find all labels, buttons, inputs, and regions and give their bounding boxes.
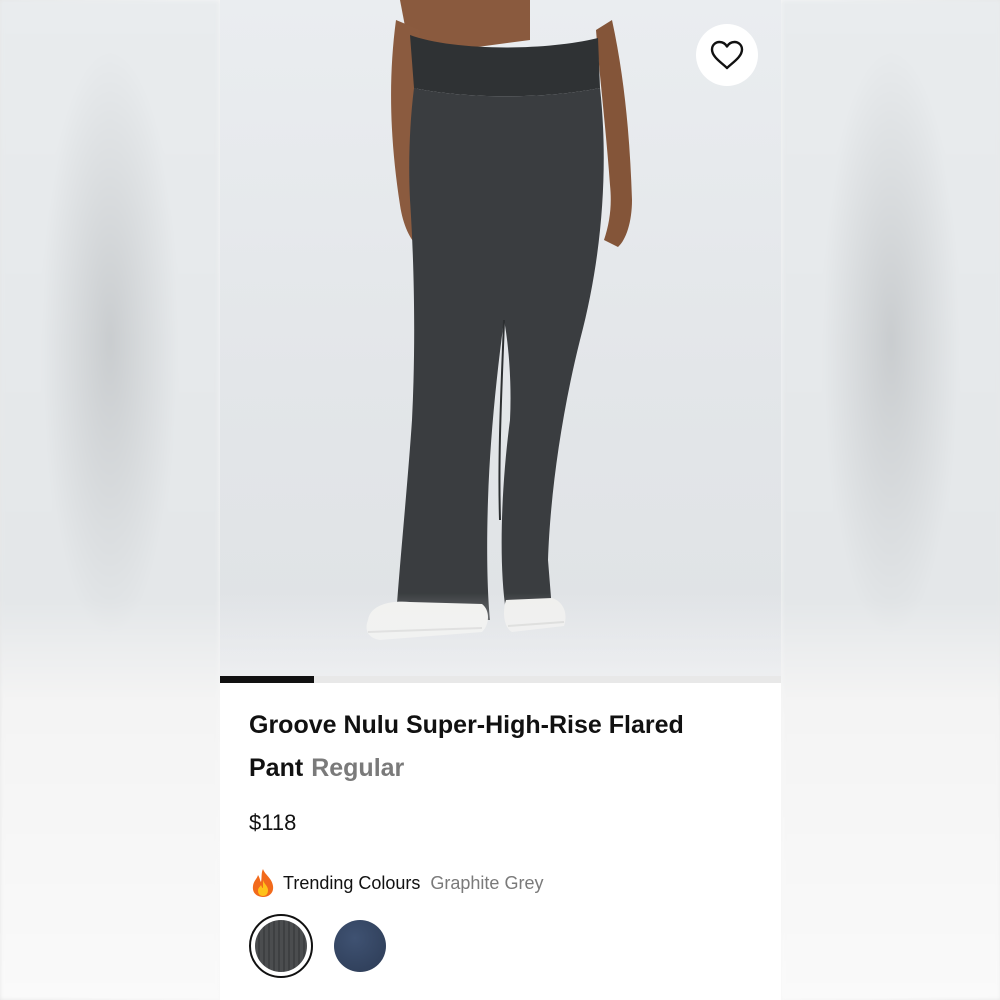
swatch-navy-fill — [334, 920, 386, 972]
swatch-graphite-grey-fill — [255, 920, 307, 972]
gallery-progress-bar — [220, 676, 781, 683]
product-info: Groove Nulu Super-High-Rise Flared Pant R… — [249, 704, 749, 790]
heart-icon — [710, 40, 744, 70]
background-blur-right — [781, 0, 1000, 1000]
product-image-carousel[interactable] — [220, 0, 781, 683]
swatch-navy[interactable] — [329, 915, 391, 977]
trending-colours: Trending Colours Graphite Grey — [249, 868, 543, 898]
product-fit: Regular — [311, 754, 405, 782]
trending-colours-label: Trending Colours — [283, 872, 421, 893]
swatch-graphite-grey[interactable] — [249, 914, 313, 978]
product-image — [366, 0, 632, 640]
colour-swatches — [249, 914, 407, 978]
gallery-progress-fill — [220, 676, 314, 683]
image-floor-shadow — [220, 593, 781, 683]
background-blur-left — [0, 0, 220, 1000]
wishlist-button[interactable] — [696, 24, 758, 86]
fire-icon — [252, 869, 274, 897]
product-price: $118 — [249, 810, 297, 835]
product-title: Groove Nulu Super-High-Rise Flared Pant R… — [249, 704, 749, 790]
selected-colour-name: Graphite Grey — [430, 872, 544, 893]
product-page: Groove Nulu Super-High-Rise Flared Pant R… — [220, 0, 781, 1000]
